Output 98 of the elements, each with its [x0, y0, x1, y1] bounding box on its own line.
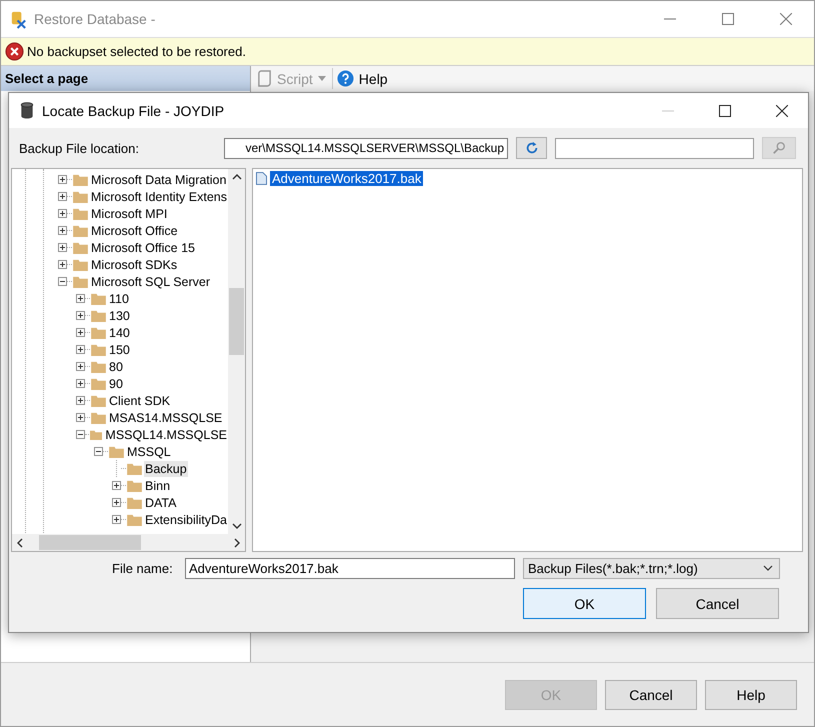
folder-icon	[73, 258, 88, 270]
dialog-button[interactable]: Help	[705, 680, 797, 710]
horizontal-scrollbar[interactable]	[12, 534, 245, 551]
folder-icon	[127, 462, 142, 474]
expander-icon[interactable]	[94, 447, 103, 456]
folder-icon	[91, 360, 106, 372]
expander-icon[interactable]	[76, 311, 85, 320]
tree-item[interactable]: MSAS14.MSSQLSE	[108, 410, 224, 426]
database-icon	[20, 102, 34, 119]
folder-icon	[91, 378, 106, 390]
location-label: Backup File location:	[19, 140, 140, 156]
dialog-button[interactable]: Cancel	[656, 588, 779, 619]
folder-icon	[127, 480, 142, 492]
tree-item[interactable]: 140	[108, 324, 131, 340]
expander-icon[interactable]	[76, 413, 85, 422]
search-icon	[772, 141, 786, 155]
expander-icon[interactable]	[58, 277, 67, 286]
dialog-button[interactable]: Cancel	[605, 680, 697, 710]
tree-item[interactable]: DATA	[144, 494, 178, 510]
scroll-left-icon[interactable]	[17, 538, 23, 548]
expander-icon[interactable]	[76, 362, 85, 371]
tree-item[interactable]: Client SDK	[108, 392, 172, 408]
scrollbar-thumb[interactable]	[229, 288, 244, 355]
expander-icon[interactable]	[76, 328, 85, 337]
folder-icon	[91, 412, 106, 424]
expander-icon[interactable]	[58, 260, 67, 269]
folder-icon	[127, 514, 142, 526]
folder-icon	[73, 224, 88, 236]
scroll-up-icon[interactable]	[232, 174, 242, 180]
expander-icon[interactable]	[112, 515, 121, 524]
location-field[interactable]: ver\MSSQL14.MSSQLSERVER\MSSQL\Backup	[224, 138, 508, 158]
expander-icon[interactable]	[112, 498, 121, 507]
file-type-dropdown[interactable]: Backup Files(*.bak;*.trn;*.log)	[523, 558, 780, 578]
tree-item[interactable]: Binn	[144, 478, 172, 494]
scroll-right-icon[interactable]	[234, 538, 240, 548]
folder-icon	[91, 394, 106, 406]
dialog-button[interactable]: OK	[523, 588, 646, 619]
tree-item[interactable]: Microsoft Data Migration	[90, 172, 228, 188]
expander-icon[interactable]	[76, 396, 85, 405]
folder-icon	[91, 292, 106, 304]
expander-icon[interactable]	[58, 209, 67, 218]
tree-item[interactable]: MSSQL14.MSSQLSE	[104, 426, 228, 442]
expander-icon[interactable]	[76, 345, 85, 354]
tree-item[interactable]: ExtensibilityDa	[144, 512, 228, 528]
folder-icon	[90, 428, 102, 440]
expander-icon[interactable]	[58, 243, 67, 252]
expander-icon[interactable]	[58, 226, 67, 235]
expander-icon[interactable]	[76, 430, 85, 439]
expander-icon[interactable]	[112, 481, 121, 490]
refresh-icon	[524, 141, 538, 155]
folder-icon	[72, 190, 88, 202]
search-field[interactable]	[555, 138, 754, 158]
maximize-icon[interactable]	[719, 104, 731, 116]
folder-icon	[91, 310, 106, 322]
file-icon	[256, 172, 267, 185]
refresh-button[interactable]	[516, 137, 547, 159]
folder-icon	[127, 496, 142, 508]
sidebar-header: Select a page	[5, 71, 88, 86]
tree-item[interactable]: Microsoft Office 15	[90, 240, 196, 256]
folder-icon	[73, 242, 88, 254]
help-button[interactable]: Help	[332, 68, 394, 89]
tree-item[interactable]: 110	[108, 290, 130, 306]
folder-icon	[73, 276, 88, 288]
chevron-down-icon	[763, 565, 773, 571]
window-title: Restore Database -	[34, 11, 156, 27]
dialog-title: Locate Backup File - JOYDIP	[42, 102, 224, 118]
error-message: No backupset selected to be restored.	[27, 44, 246, 59]
tree-item[interactable]: 80	[108, 358, 124, 374]
folder-icon	[91, 326, 106, 338]
tree-item[interactable]: Microsoft Office	[90, 222, 179, 238]
expander-icon[interactable]	[58, 175, 67, 184]
folder-icon	[73, 208, 88, 220]
tree-item[interactable]: Microsoft SDKs	[90, 256, 178, 272]
tree-item[interactable]: Microsoft Identity Extens	[90, 188, 228, 204]
folder-icon	[109, 446, 124, 458]
expander-icon[interactable]	[76, 379, 85, 388]
tree-item[interactable]: Microsoft MPI	[90, 206, 168, 222]
file-item[interactable]: AdventureWorks2017.bak	[270, 171, 424, 186]
tree-item[interactable]: Microsoft SQL Server	[90, 274, 212, 290]
tree-item[interactable]: 130	[108, 308, 131, 324]
folder-icon	[91, 344, 106, 356]
folder-icon	[73, 174, 88, 186]
vertical-scrollbar[interactable]	[228, 169, 245, 534]
tree-item[interactable]: Backup	[144, 460, 188, 476]
file-name-label: File name:	[112, 560, 174, 576]
caret-icon	[318, 76, 326, 81]
close-icon[interactable]	[776, 104, 788, 116]
file-name-field[interactable]: AdventureWorks2017.bak	[185, 558, 515, 578]
help-icon	[336, 70, 354, 87]
tree-item[interactable]: 150	[108, 342, 131, 358]
scroll-down-icon[interactable]	[232, 523, 242, 529]
tree-item[interactable]: MSSQL	[126, 444, 172, 460]
error-icon	[5, 42, 24, 61]
expander-icon[interactable]	[58, 192, 67, 201]
script-icon	[257, 70, 272, 87]
tree-item[interactable]: 90	[108, 376, 124, 392]
scrollbar-thumb[interactable]	[39, 535, 141, 550]
expander-icon[interactable]	[76, 294, 85, 303]
